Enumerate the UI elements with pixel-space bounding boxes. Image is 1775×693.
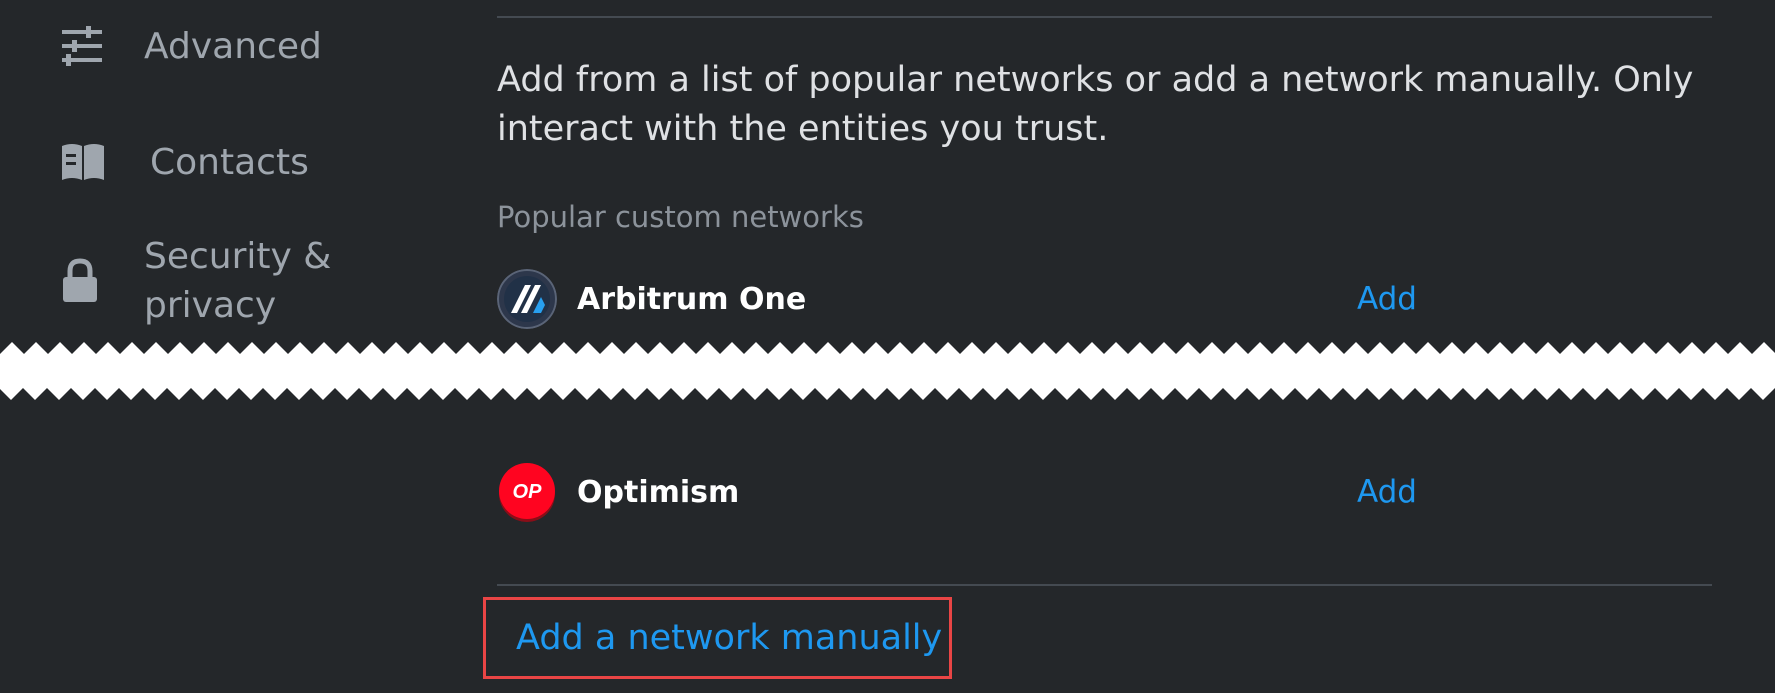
network-row-optimism: OP Optimism Add	[497, 461, 1417, 523]
network-row-arbitrum: Arbitrum One Add	[497, 268, 1417, 330]
page-tear-divider	[0, 342, 1775, 400]
optimism-logo-icon: OP	[497, 462, 557, 522]
add-network-manually-link[interactable]: Add a network manually	[516, 618, 942, 658]
divider	[497, 16, 1712, 18]
manual-link-highlight: Add a network manually	[483, 597, 952, 679]
add-optimism-button[interactable]: Add	[1357, 474, 1417, 510]
sliders-icon	[60, 20, 112, 72]
settings-networks-panel: Advanced Contacts Security & privacy Add…	[0, 0, 1775, 693]
intro-text: Add from a list of popular networks or a…	[497, 60, 1694, 149]
section-label: Popular custom networks	[497, 200, 864, 234]
optimism-logo-text: OP	[513, 481, 543, 503]
sidebar-item-contacts[interactable]: Contacts	[60, 136, 309, 188]
sidebar-item-advanced[interactable]: Advanced	[60, 20, 322, 72]
sidebar-item-label: Contacts	[150, 141, 309, 183]
lock-icon	[60, 255, 112, 307]
book-icon	[60, 136, 112, 188]
sidebar-item-security[interactable]: Security & privacy	[60, 232, 331, 330]
network-name: Arbitrum One	[577, 281, 807, 317]
sidebar-item-label: Advanced	[144, 25, 322, 67]
add-arbitrum-button[interactable]: Add	[1357, 281, 1417, 317]
divider	[497, 584, 1712, 586]
network-name: Optimism	[577, 474, 740, 510]
arbitrum-logo-icon	[497, 269, 557, 329]
sidebar-item-label: Security & privacy	[144, 236, 332, 326]
